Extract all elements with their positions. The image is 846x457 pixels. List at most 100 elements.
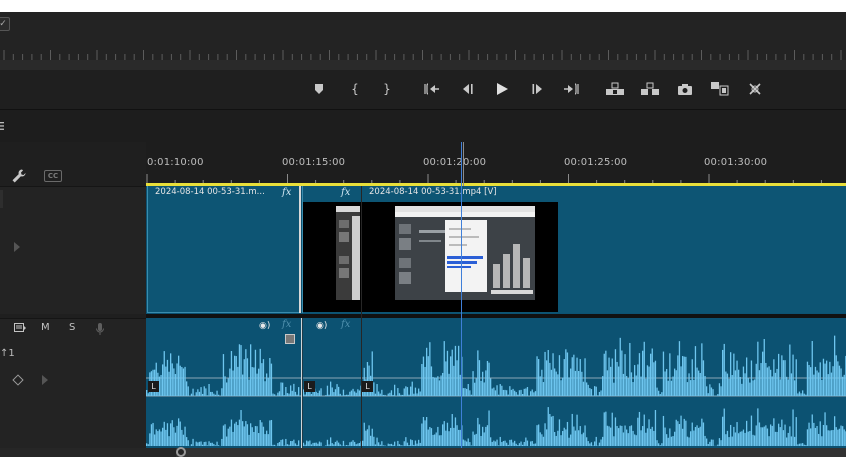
waveform-sample <box>296 394 298 396</box>
track-output-icon[interactable] <box>14 323 26 333</box>
fx-badge[interactable]: fx <box>282 187 291 198</box>
settings-button[interactable] <box>744 78 766 100</box>
wrench-icon[interactable] <box>11 168 27 184</box>
waveform-sample <box>784 360 786 396</box>
waveform-sample <box>318 441 321 446</box>
video-track-header[interactable] <box>0 186 146 314</box>
waveform-sample <box>741 383 743 396</box>
fx-badge[interactable]: fx <box>282 319 291 330</box>
fx-badge[interactable]: fx <box>341 319 350 330</box>
waveform-sample <box>562 431 564 446</box>
waveform-sample <box>795 417 797 446</box>
waveform-sample <box>818 372 820 396</box>
waveform-sample <box>766 367 769 396</box>
step-back-button[interactable] <box>456 78 478 100</box>
waveform-sample <box>179 365 181 396</box>
marker-icon <box>315 84 323 94</box>
waveform-sample <box>347 445 349 446</box>
keyframe-nav-arrow-icon[interactable] <box>42 375 48 385</box>
video-clip[interactable] <box>147 186 301 313</box>
export-frame-button[interactable] <box>674 78 696 100</box>
waveform-sample <box>667 437 669 446</box>
solo-button[interactable]: S <box>69 322 75 333</box>
fx-badge[interactable]: fx <box>341 187 350 198</box>
waveform-sample <box>594 441 596 446</box>
comparison-view-button[interactable] <box>709 78 731 100</box>
waveform-sample <box>458 345 460 396</box>
speaker-icon[interactable]: ◉) <box>316 321 327 331</box>
waveform-sample <box>286 444 289 446</box>
play-button[interactable] <box>491 78 513 100</box>
waveform-sample <box>840 368 842 396</box>
waveform-sample <box>429 426 431 446</box>
captions-icon[interactable]: CC <box>44 170 62 182</box>
waveform-sample <box>211 391 213 396</box>
waveform-sample <box>464 440 466 446</box>
waveform-sample <box>749 430 751 446</box>
waveform-sample <box>667 380 669 396</box>
add-marker-button[interactable] <box>308 78 330 100</box>
waveform-sample <box>403 388 405 396</box>
microphone-icon[interactable] <box>95 322 105 336</box>
waveform-sample <box>584 425 586 446</box>
clip-edit-point[interactable] <box>299 186 301 313</box>
waveform-sample <box>403 441 405 446</box>
go-to-out-button[interactable] <box>560 78 582 100</box>
waveform-sample <box>680 415 682 446</box>
expand-arrow-icon[interactable] <box>14 242 20 252</box>
edit-point-line <box>361 186 362 448</box>
waveform-sample <box>230 351 233 396</box>
waveform-sample <box>210 442 212 446</box>
mark-in-button[interactable]: { <box>344 78 366 100</box>
waveform-sample <box>512 442 514 446</box>
waveform-sample <box>654 410 657 446</box>
waveform-sample <box>837 429 839 446</box>
audio-track-header[interactable] <box>0 318 146 448</box>
speaker-icon[interactable]: ◉) <box>259 321 270 331</box>
monitor-time-ruler[interactable] <box>0 42 846 60</box>
waveform-sample <box>750 415 753 446</box>
extract-button[interactable] <box>639 78 661 100</box>
waveform-sample <box>707 443 709 446</box>
chevron-down-icon[interactable]: ✓ <box>0 17 10 31</box>
waveform-sample <box>405 386 407 396</box>
waveform-sample <box>328 394 330 396</box>
waveform-sample <box>810 428 812 446</box>
track-target-indicator[interactable] <box>0 190 3 208</box>
channel-label: L <box>304 381 315 392</box>
waveform-sample <box>419 442 421 446</box>
audio-transition-icon[interactable] <box>285 334 295 344</box>
waveform-sample <box>746 357 748 396</box>
waveform-sample <box>480 435 482 446</box>
waveform-sample <box>659 394 661 396</box>
waveform-sample <box>821 436 823 446</box>
scrollbar-thumb[interactable] <box>176 448 846 457</box>
waveform-sample <box>726 373 729 396</box>
waveform-sample <box>642 426 644 446</box>
waveform-sample <box>606 370 609 396</box>
window-top-strip <box>0 0 846 12</box>
waveform-sample <box>656 440 658 446</box>
waveform-sample <box>290 441 292 446</box>
waveform-sample <box>389 392 391 396</box>
playhead-handle[interactable] <box>463 142 464 186</box>
waveform-sample <box>280 382 282 396</box>
waveform-sample <box>514 390 516 396</box>
waveform-sample <box>472 371 474 396</box>
waveform-sample <box>554 432 556 446</box>
waveform-sample <box>723 343 725 396</box>
waveform-sample <box>722 416 724 446</box>
waveform-sample <box>226 382 228 396</box>
step-forward-button[interactable] <box>527 78 549 100</box>
waveform-sample <box>709 384 711 396</box>
scrollbar-handle[interactable] <box>176 447 186 457</box>
mute-button[interactable]: M <box>41 322 50 333</box>
hamburger-icon[interactable] <box>0 121 6 131</box>
waveform-sample <box>747 378 749 396</box>
waveform-sample <box>613 436 615 446</box>
go-to-in-button[interactable] <box>421 78 443 100</box>
waveform-sample <box>587 441 589 446</box>
playhead[interactable] <box>461 142 462 448</box>
mark-out-button[interactable]: } <box>376 78 398 100</box>
lift-button[interactable] <box>604 78 626 100</box>
